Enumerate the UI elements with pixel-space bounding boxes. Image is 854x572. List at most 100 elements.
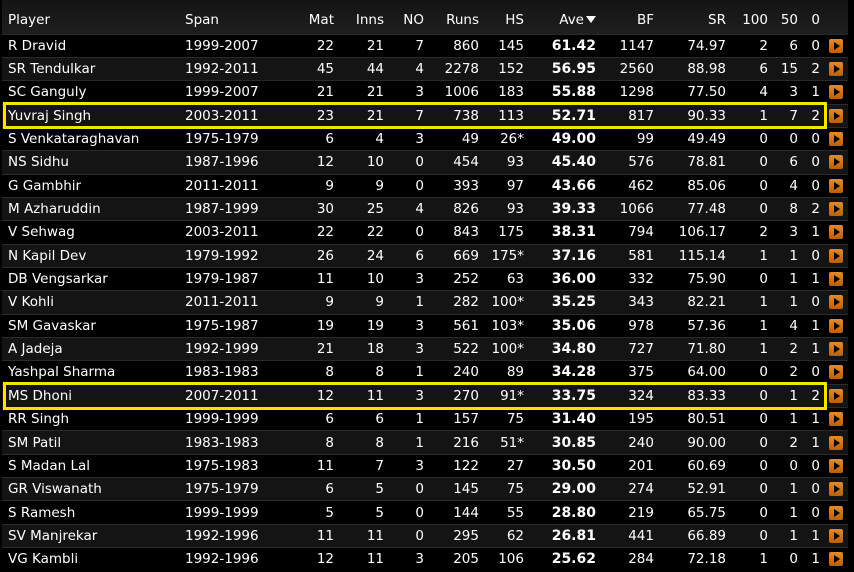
column-header-action xyxy=(823,0,848,34)
cell-inns: 9 xyxy=(337,290,387,315)
column-header-inns[interactable]: Inns xyxy=(337,0,387,34)
play-arrow-icon[interactable] xyxy=(828,202,843,217)
cell-ducks: 1 xyxy=(801,336,823,361)
play-arrow-icon[interactable] xyxy=(828,295,843,310)
column-header-span[interactable]: Span xyxy=(182,0,272,34)
column-header-sr[interactable]: SR xyxy=(657,0,729,34)
cell-mat: 22 xyxy=(272,33,337,58)
cell-hundreds: 1 xyxy=(729,547,771,571)
cell-strike-rate: 72.18 xyxy=(657,547,729,571)
cell-player-name[interactable]: Yashpal Sharma xyxy=(2,360,182,385)
cell-player-name[interactable]: G Gambhir xyxy=(2,173,182,198)
play-arrow-icon[interactable] xyxy=(828,365,843,380)
cell-player-name[interactable]: Yuvraj Singh xyxy=(2,103,182,128)
cell-strike-rate: 57.36 xyxy=(657,313,729,338)
column-header-player[interactable]: Player xyxy=(2,0,182,34)
cell-not-outs: 0 xyxy=(387,500,427,525)
cell-ducks: 0 xyxy=(801,453,823,478)
cell-player-name[interactable]: M Azharuddin xyxy=(2,196,182,221)
play-arrow-icon[interactable] xyxy=(828,388,843,403)
column-header-runs[interactable]: Runs xyxy=(427,0,482,34)
cell-player-name[interactable]: GR Viswanath xyxy=(2,477,182,501)
play-arrow-icon[interactable] xyxy=(828,318,843,333)
column-header-100[interactable]: 100 xyxy=(729,0,771,34)
cell-player-name[interactable]: SM Patil xyxy=(2,430,182,455)
play-arrow-icon[interactable] xyxy=(828,528,843,543)
play-arrow-icon[interactable] xyxy=(828,155,843,170)
cell-high-score: 152 xyxy=(482,56,527,81)
cell-span: 2011-2011 xyxy=(182,173,272,198)
play-arrow-icon[interactable] xyxy=(828,342,843,357)
cell-player-name[interactable]: SR Tendulkar xyxy=(2,56,182,81)
cell-not-outs: 7 xyxy=(387,103,427,128)
cell-fifties: 1 xyxy=(771,523,801,548)
cell-player-name[interactable]: RR Singh xyxy=(2,406,182,431)
cell-player-name[interactable]: V Kohli xyxy=(2,290,182,315)
cell-player-name[interactable]: MS Dhoni xyxy=(2,383,182,408)
cell-mat: 23 xyxy=(272,103,337,128)
cell-span: 1987-1996 xyxy=(182,150,272,175)
cell-not-outs: 4 xyxy=(387,196,427,221)
cell-player-name[interactable]: A Jadeja xyxy=(2,336,182,361)
play-arrow-icon[interactable] xyxy=(828,108,843,123)
play-arrow-icon[interactable] xyxy=(828,458,843,473)
cell-runs: 122 xyxy=(427,453,482,478)
cell-player-name[interactable]: SV Manjrekar xyxy=(2,523,182,548)
play-arrow-icon[interactable] xyxy=(828,62,843,77)
column-header-no[interactable]: NO xyxy=(387,0,427,34)
play-arrow-icon[interactable] xyxy=(828,85,843,100)
play-arrow-icon[interactable] xyxy=(828,272,843,287)
cell-runs: 393 xyxy=(427,173,482,198)
cell-player-name[interactable]: SC Ganguly xyxy=(2,80,182,105)
column-header-ave[interactable]: Ave xyxy=(527,0,599,34)
cell-player-name[interactable]: VG Kambli xyxy=(2,547,182,571)
column-header-50[interactable]: 50 xyxy=(771,0,801,34)
cell-fifties: 1 xyxy=(771,477,801,501)
play-arrow-icon[interactable] xyxy=(828,435,843,450)
cell-player-name[interactable]: N Kapil Dev xyxy=(2,243,182,268)
cell-fifties: 3 xyxy=(771,220,801,245)
play-arrow-icon[interactable] xyxy=(828,225,843,240)
cell-strike-rate: 85.06 xyxy=(657,173,729,198)
play-arrow-icon[interactable] xyxy=(828,132,843,147)
cell-fifties: 3 xyxy=(771,80,801,105)
cell-player-name[interactable]: DB Vengsarkar xyxy=(2,266,182,291)
cell-average: 36.00 xyxy=(527,266,599,291)
cell-not-outs: 3 xyxy=(387,383,427,408)
cell-average: 30.85 xyxy=(527,430,599,455)
column-header-mat[interactable]: Mat xyxy=(272,0,337,34)
cell-not-outs: 1 xyxy=(387,430,427,455)
cell-player-name[interactable]: S Ramesh xyxy=(2,500,182,525)
play-arrow-icon[interactable] xyxy=(828,505,843,520)
cell-action xyxy=(823,80,848,105)
column-header-hs[interactable]: HS xyxy=(482,0,527,34)
cell-player-name[interactable]: S Madan Lal xyxy=(2,453,182,478)
play-arrow-icon[interactable] xyxy=(828,38,843,53)
play-arrow-icon[interactable] xyxy=(828,412,843,427)
cell-hundreds: 1 xyxy=(729,103,771,128)
cell-fifties: 1 xyxy=(771,500,801,525)
cell-fifties: 0 xyxy=(771,453,801,478)
play-arrow-icon[interactable] xyxy=(828,248,843,263)
cell-hundreds: 0 xyxy=(729,383,771,408)
column-header-bf[interactable]: BF xyxy=(599,0,657,34)
cell-player-name[interactable]: V Sehwag xyxy=(2,220,182,245)
play-arrow-icon[interactable] xyxy=(828,178,843,193)
cell-balls-faced: 375 xyxy=(599,360,657,385)
cell-strike-rate: 83.33 xyxy=(657,383,729,408)
cell-player-name[interactable]: S Venkataraghavan xyxy=(2,126,182,151)
cell-high-score: 106 xyxy=(482,547,527,571)
cell-balls-faced: 201 xyxy=(599,453,657,478)
cell-player-name[interactable]: NS Sidhu xyxy=(2,150,182,175)
cell-player-name[interactable]: R Dravid xyxy=(2,33,182,58)
cell-hundreds: 0 xyxy=(729,196,771,221)
cell-player-name[interactable]: SM Gavaskar xyxy=(2,313,182,338)
table-header-row: Player Span Mat Inns NO Runs HS Ave BF S… xyxy=(2,0,848,34)
play-arrow-icon[interactable] xyxy=(828,552,843,567)
column-header-0[interactable]: 0 xyxy=(801,0,823,34)
cell-hundreds: 6 xyxy=(729,56,771,81)
cell-inns: 6 xyxy=(337,406,387,431)
play-arrow-icon[interactable] xyxy=(828,482,843,497)
cell-mat: 11 xyxy=(272,453,337,478)
cell-high-score: 93 xyxy=(482,150,527,175)
